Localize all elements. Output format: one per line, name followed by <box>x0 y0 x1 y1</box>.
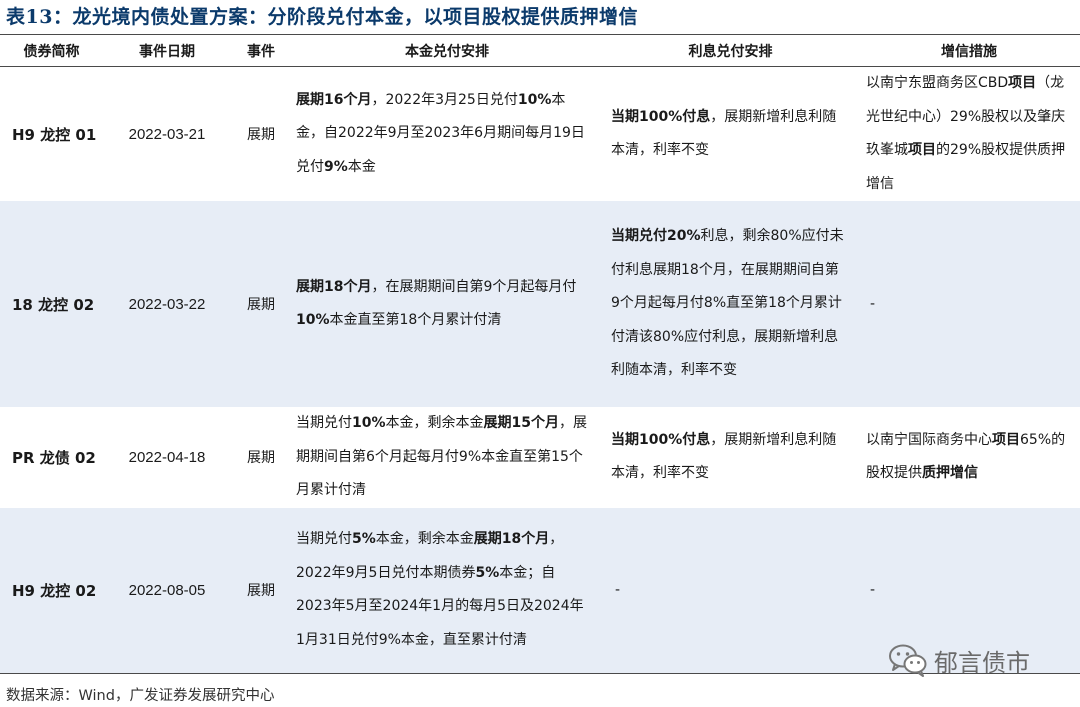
bold-text-segment: 展期15个月 <box>483 415 559 431</box>
bold-text-segment: 5% <box>475 564 500 581</box>
bold-text-segment: 项目 <box>908 142 936 158</box>
bold-text-segment: 10% <box>517 91 552 108</box>
bold-text-segment: 10% <box>352 415 386 431</box>
bond-code-cell: H9 龙控 01 <box>12 125 97 144</box>
text-segment: 当期兑付 <box>296 415 352 431</box>
data-source-note: 数据来源：Wind，广发证券发展研究中心 <box>6 688 275 704</box>
bold-text-segment: 10% <box>296 312 330 328</box>
bold-text-segment: 5% <box>352 531 376 548</box>
bond-code-cell: H9 龙控 02 <box>0 507 103 674</box>
bond-code-cell: PR 龙债 02 <box>12 448 96 467</box>
interest-cell: - <box>603 507 858 674</box>
table-row: 18 龙控 02 2022-03-22 展期 展期18个月，在展期期间自第9个月… <box>0 201 1080 407</box>
text-segment: - <box>870 582 876 599</box>
table-title: 表13：龙光境内债处置方案：分阶段兑付本金，以项目股权提供质押增信 <box>6 6 638 28</box>
event-date-cell: 2022-04-18 <box>128 448 206 466</box>
table-row: H9 龙控 01 2022-03-21 展期 展期16个月，2022年3月25日… <box>0 67 1080 202</box>
credit-cell: - <box>858 201 1080 407</box>
header-interest: 利息兑付安排 <box>603 34 858 67</box>
event-date-cell: 2022-03-21 <box>128 125 206 143</box>
header-bond-name: 债券简称 <box>0 34 103 67</box>
text-segment: 本金直至第18个月累计付清 <box>329 312 502 328</box>
interest-cell: 当期兑付20%利息，剩余80%应付未付利息展期18个月，在展期期间自第9个月起每… <box>603 201 858 407</box>
interest-cell: 当期100%付息，展期新增利息利随本清，利率不变 <box>603 67 858 202</box>
text-segment: ，在展期期间自第9个月起每月付 <box>371 278 577 295</box>
text-segment: 本金 <box>347 158 376 175</box>
bond-code-cell: 18 龙控 02 <box>12 295 95 314</box>
text-segment: ，2022年3月25日兑付 <box>371 91 518 108</box>
header-principal: 本金兑付安排 <box>291 34 603 67</box>
text-segment: 利息，剩余80%应付未付利息展期18个月，在展期期间自第9个月起每月付8%直至第… <box>611 228 844 379</box>
text-segment: 以南宁国际商务中心 <box>866 431 992 448</box>
bold-text-segment: 当期兑付20% <box>611 228 701 245</box>
text-segment: - <box>615 582 621 599</box>
table-row: PR 龙债 02 2022-04-18 展期 当期兑付10%本金，剩余本金展期1… <box>0 407 1080 508</box>
bold-text-segment: 展期16个月 <box>296 91 372 108</box>
principal-cell: 展期18个月，在展期期间自第9个月起每月付 10%本金直至第18个月累计付清 <box>291 201 603 407</box>
event-cell: 展期 <box>247 127 275 143</box>
interest-cell: 当期100%付息，展期新增利息利随本清，利率不变 <box>603 407 858 508</box>
header-credit: 增信措施 <box>858 34 1080 67</box>
bold-text-segment: 9% <box>324 158 348 175</box>
bold-text-segment: 质押增信 <box>922 465 978 482</box>
header-event-date: 事件日期 <box>103 34 231 67</box>
principal-cell: 当期兑付10%本金，剩余本金展期15个月，展期期间自第6个月起每月付9%本金直至… <box>291 407 603 508</box>
bold-text-segment: 当期100%付息 <box>611 108 711 125</box>
event-cell: 展期 <box>231 507 291 674</box>
bold-text-segment: 展期18个月 <box>473 531 550 548</box>
event-cell: 展期 <box>247 450 275 467</box>
bold-text-segment: 当期100%付息 <box>611 431 711 448</box>
credit-cell: 以南宁东盟商务区CBD项目（龙光世纪中心）29%股权以及肇庆玖峯城项目的29%股… <box>858 67 1080 202</box>
event-date-cell: 2022-03-22 <box>128 295 206 313</box>
bold-text-segment: 展期18个月 <box>296 278 372 295</box>
watermark-text: 郁言债市 <box>934 648 1030 677</box>
credit-cell: 以南宁国际商务中心项目65%的股权提供质押增信 <box>858 407 1080 508</box>
text-segment: - <box>870 296 876 312</box>
event-cell: 展期 <box>247 297 275 313</box>
principal-cell: 当期兑付5%本金，剩余本金展期18个月，2022年9月5日兑付本期债券5%本金；… <box>291 507 603 674</box>
header-event: 事件 <box>231 34 291 67</box>
bond-disposal-table: 债券简称 事件日期 事件 本金兑付安排 利息兑付安排 增信措施 H9 龙控 01… <box>0 34 1080 674</box>
text-segment: 本金，剩余本金 <box>375 531 474 548</box>
text-segment: 当期兑付 <box>296 531 352 548</box>
event-date-cell: 2022-08-05 <box>103 507 231 674</box>
bold-text-segment: 项目 <box>992 431 1020 448</box>
text-segment: 以南宁东盟商务区CBD <box>866 75 1009 91</box>
principal-cell: 展期16个月，2022年3月25日兑付10%本金，自2022年9月至2023年6… <box>291 67 603 202</box>
wechat-logo-icon <box>889 644 927 677</box>
table-header-row: 债券简称 事件日期 事件 本金兑付安排 利息兑付安排 增信措施 <box>0 34 1080 67</box>
text-segment: 本金，剩余本金 <box>385 415 484 431</box>
bold-text-segment: 项目 <box>1008 75 1037 91</box>
watermark: 郁言债市 <box>888 640 1030 680</box>
